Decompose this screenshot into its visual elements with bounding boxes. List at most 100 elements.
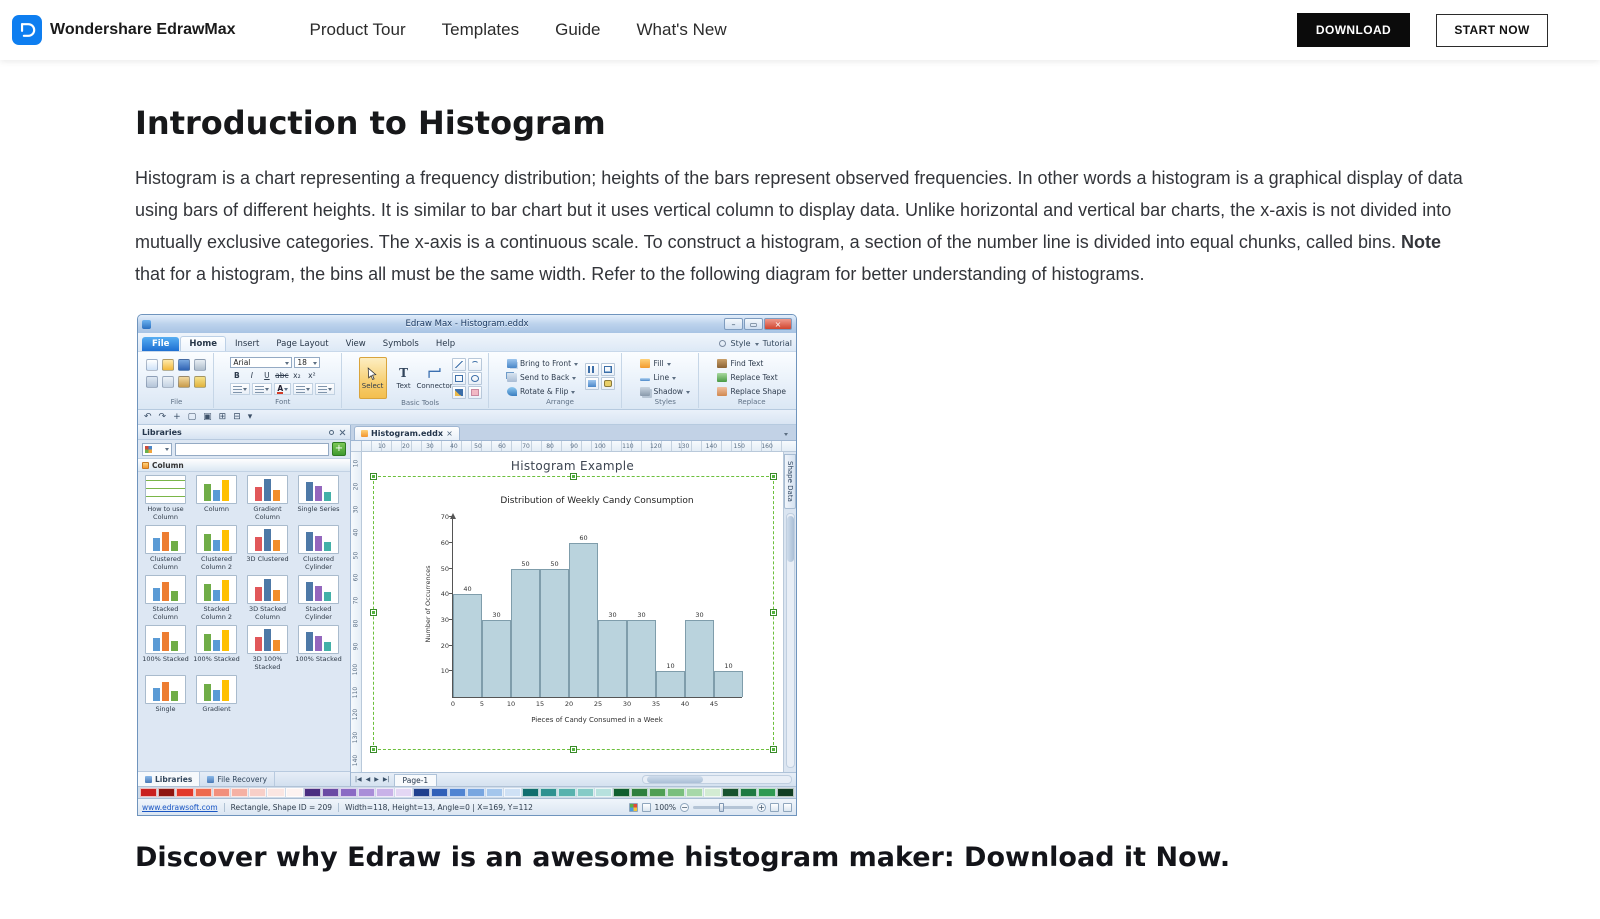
fit-page-icon[interactable] xyxy=(641,802,651,812)
align-shapes-icon[interactable] xyxy=(585,363,600,377)
bullet-list-button[interactable] xyxy=(315,383,336,396)
zoom-slider[interactable] xyxy=(693,802,753,812)
copy-icon[interactable] xyxy=(162,376,174,389)
font-style-button-abc[interactable]: abc xyxy=(275,370,288,381)
selection-handle-s[interactable] xyxy=(570,747,576,753)
color-swatch[interactable] xyxy=(758,788,776,798)
tab-list-button[interactable] xyxy=(779,428,793,440)
prev-page-button[interactable]: ◀ xyxy=(364,776,373,783)
font-style-button-x[interactable]: x² xyxy=(305,370,318,381)
color-swatch[interactable] xyxy=(376,788,394,798)
histogram-bar[interactable] xyxy=(598,619,627,698)
curve-tool-icon[interactable] xyxy=(467,357,482,371)
histogram-bar[interactable] xyxy=(453,594,482,698)
color-swatch[interactable] xyxy=(467,788,485,798)
nav-link-guide[interactable]: Guide xyxy=(555,20,600,40)
rectangle-tool-icon[interactable] xyxy=(451,371,466,385)
color-swatch[interactable] xyxy=(230,788,249,798)
selection-handle-nw[interactable] xyxy=(371,474,376,480)
histogram-bar[interactable] xyxy=(685,619,714,698)
style-shadow[interactable]: Shadow xyxy=(638,385,692,398)
library-item-3d-100-stacked[interactable]: 3D 100% Stacked xyxy=(242,625,293,671)
selection-handle-n[interactable] xyxy=(570,474,576,480)
print-icon[interactable] xyxy=(194,359,206,372)
histogram-bar[interactable] xyxy=(656,671,685,698)
library-item-single[interactable]: Single xyxy=(140,675,191,714)
color-swatch[interactable] xyxy=(321,788,340,798)
new-icon[interactable] xyxy=(146,359,158,372)
next-page-button[interactable]: ▶ xyxy=(372,776,381,783)
color-swatch[interactable] xyxy=(503,788,521,798)
style-fill[interactable]: Fill xyxy=(638,357,692,370)
color-swatch[interactable] xyxy=(776,788,794,798)
theme-colors-icon[interactable] xyxy=(628,802,638,812)
color-swatch[interactable] xyxy=(267,788,285,798)
ribbon-tab-symbols[interactable]: Symbols xyxy=(375,337,427,351)
eraser-tool-icon[interactable] xyxy=(467,385,482,399)
selection-handle-sw[interactable] xyxy=(371,747,376,753)
color-swatch[interactable] xyxy=(303,788,321,798)
panel-tab-libraries[interactable]: Libraries xyxy=(138,772,201,787)
connector-tool-button[interactable]: Connector xyxy=(417,357,453,399)
selection-handle-ne[interactable] xyxy=(771,474,776,480)
vertical-scrollbar[interactable] xyxy=(785,512,795,769)
cut-icon[interactable] xyxy=(146,376,158,389)
style-line[interactable]: Line xyxy=(638,371,692,384)
format-painter-icon[interactable] xyxy=(194,376,206,389)
color-swatch[interactable] xyxy=(285,788,303,798)
ribbon-tab-file[interactable]: File xyxy=(142,337,180,352)
color-swatch[interactable] xyxy=(412,788,430,798)
selection-handle-e[interactable] xyxy=(771,610,776,616)
start-now-button[interactable]: START NOW xyxy=(1436,13,1548,47)
color-swatch[interactable] xyxy=(521,788,540,798)
replace-replace-shape[interactable]: Replace Shape xyxy=(715,385,788,398)
paste-icon[interactable] xyxy=(178,376,190,389)
lock-shape-icon[interactable] xyxy=(601,377,616,391)
color-swatch[interactable] xyxy=(358,788,376,798)
drawing-page[interactable]: Histogram Example Distribution of Weekly… xyxy=(362,452,783,773)
color-swatch[interactable] xyxy=(485,788,503,798)
color-swatch[interactable] xyxy=(576,788,594,798)
maximize-button[interactable]: ▭ xyxy=(744,318,763,331)
font-size-select[interactable]: 18 xyxy=(294,357,321,369)
save-icon[interactable] xyxy=(178,359,190,372)
library-item-stacked-column-2[interactable]: Stacked Column 2 xyxy=(191,575,242,621)
color-swatch[interactable] xyxy=(558,788,576,798)
color-swatch[interactable] xyxy=(176,788,194,798)
color-swatch[interactable] xyxy=(649,788,667,798)
duplicate-page-icon[interactable]: ▣ xyxy=(203,411,212,424)
color-swatch[interactable] xyxy=(449,788,467,798)
replace-find-text[interactable]: Find Text xyxy=(715,357,788,370)
redo-icon[interactable]: ↷ xyxy=(159,411,167,424)
minimize-button[interactable]: – xyxy=(724,318,743,331)
open-icon[interactable] xyxy=(162,359,174,372)
color-swatch[interactable] xyxy=(667,788,685,798)
histogram-bar[interactable] xyxy=(482,619,511,698)
color-swatch[interactable] xyxy=(740,788,758,798)
ribbon-tab-page-layout[interactable]: Page Layout xyxy=(268,337,336,351)
library-item-100-stacked[interactable]: 100% Stacked xyxy=(140,625,191,671)
library-item-100-stacked[interactable]: 100% Stacked xyxy=(293,625,344,671)
last-page-button[interactable]: ▶| xyxy=(381,776,392,783)
page-icon[interactable]: ▢ xyxy=(188,411,197,424)
close-button[interactable]: × xyxy=(764,318,792,331)
color-swatch[interactable] xyxy=(340,788,358,798)
selection-handle-w[interactable] xyxy=(371,610,376,616)
ribbon-tab-insert[interactable]: Insert xyxy=(227,337,267,351)
library-item-gradient[interactable]: Gradient xyxy=(191,675,242,714)
more-tools-icon[interactable]: ▾ xyxy=(248,411,253,424)
font-style-button-i[interactable]: I xyxy=(245,370,258,381)
library-search-input[interactable] xyxy=(175,442,329,456)
layer-icon[interactable] xyxy=(585,377,600,391)
font-color-button[interactable]: A xyxy=(274,383,292,396)
style-menu[interactable]: Style xyxy=(730,339,750,348)
color-swatch[interactable] xyxy=(612,788,631,798)
select-tool-button[interactable]: Select xyxy=(358,357,387,400)
add-page-icon[interactable]: + xyxy=(173,411,181,424)
library-item-clustered-cylinder[interactable]: Clustered Cylinder xyxy=(293,525,344,571)
grid-icon[interactable]: ⊞ xyxy=(219,411,227,424)
color-swatch[interactable] xyxy=(140,788,158,798)
library-item-column[interactable]: Column xyxy=(191,475,242,521)
ribbon-tab-home[interactable]: Home xyxy=(180,336,226,352)
snap-icon[interactable]: ⊟ xyxy=(233,411,241,424)
